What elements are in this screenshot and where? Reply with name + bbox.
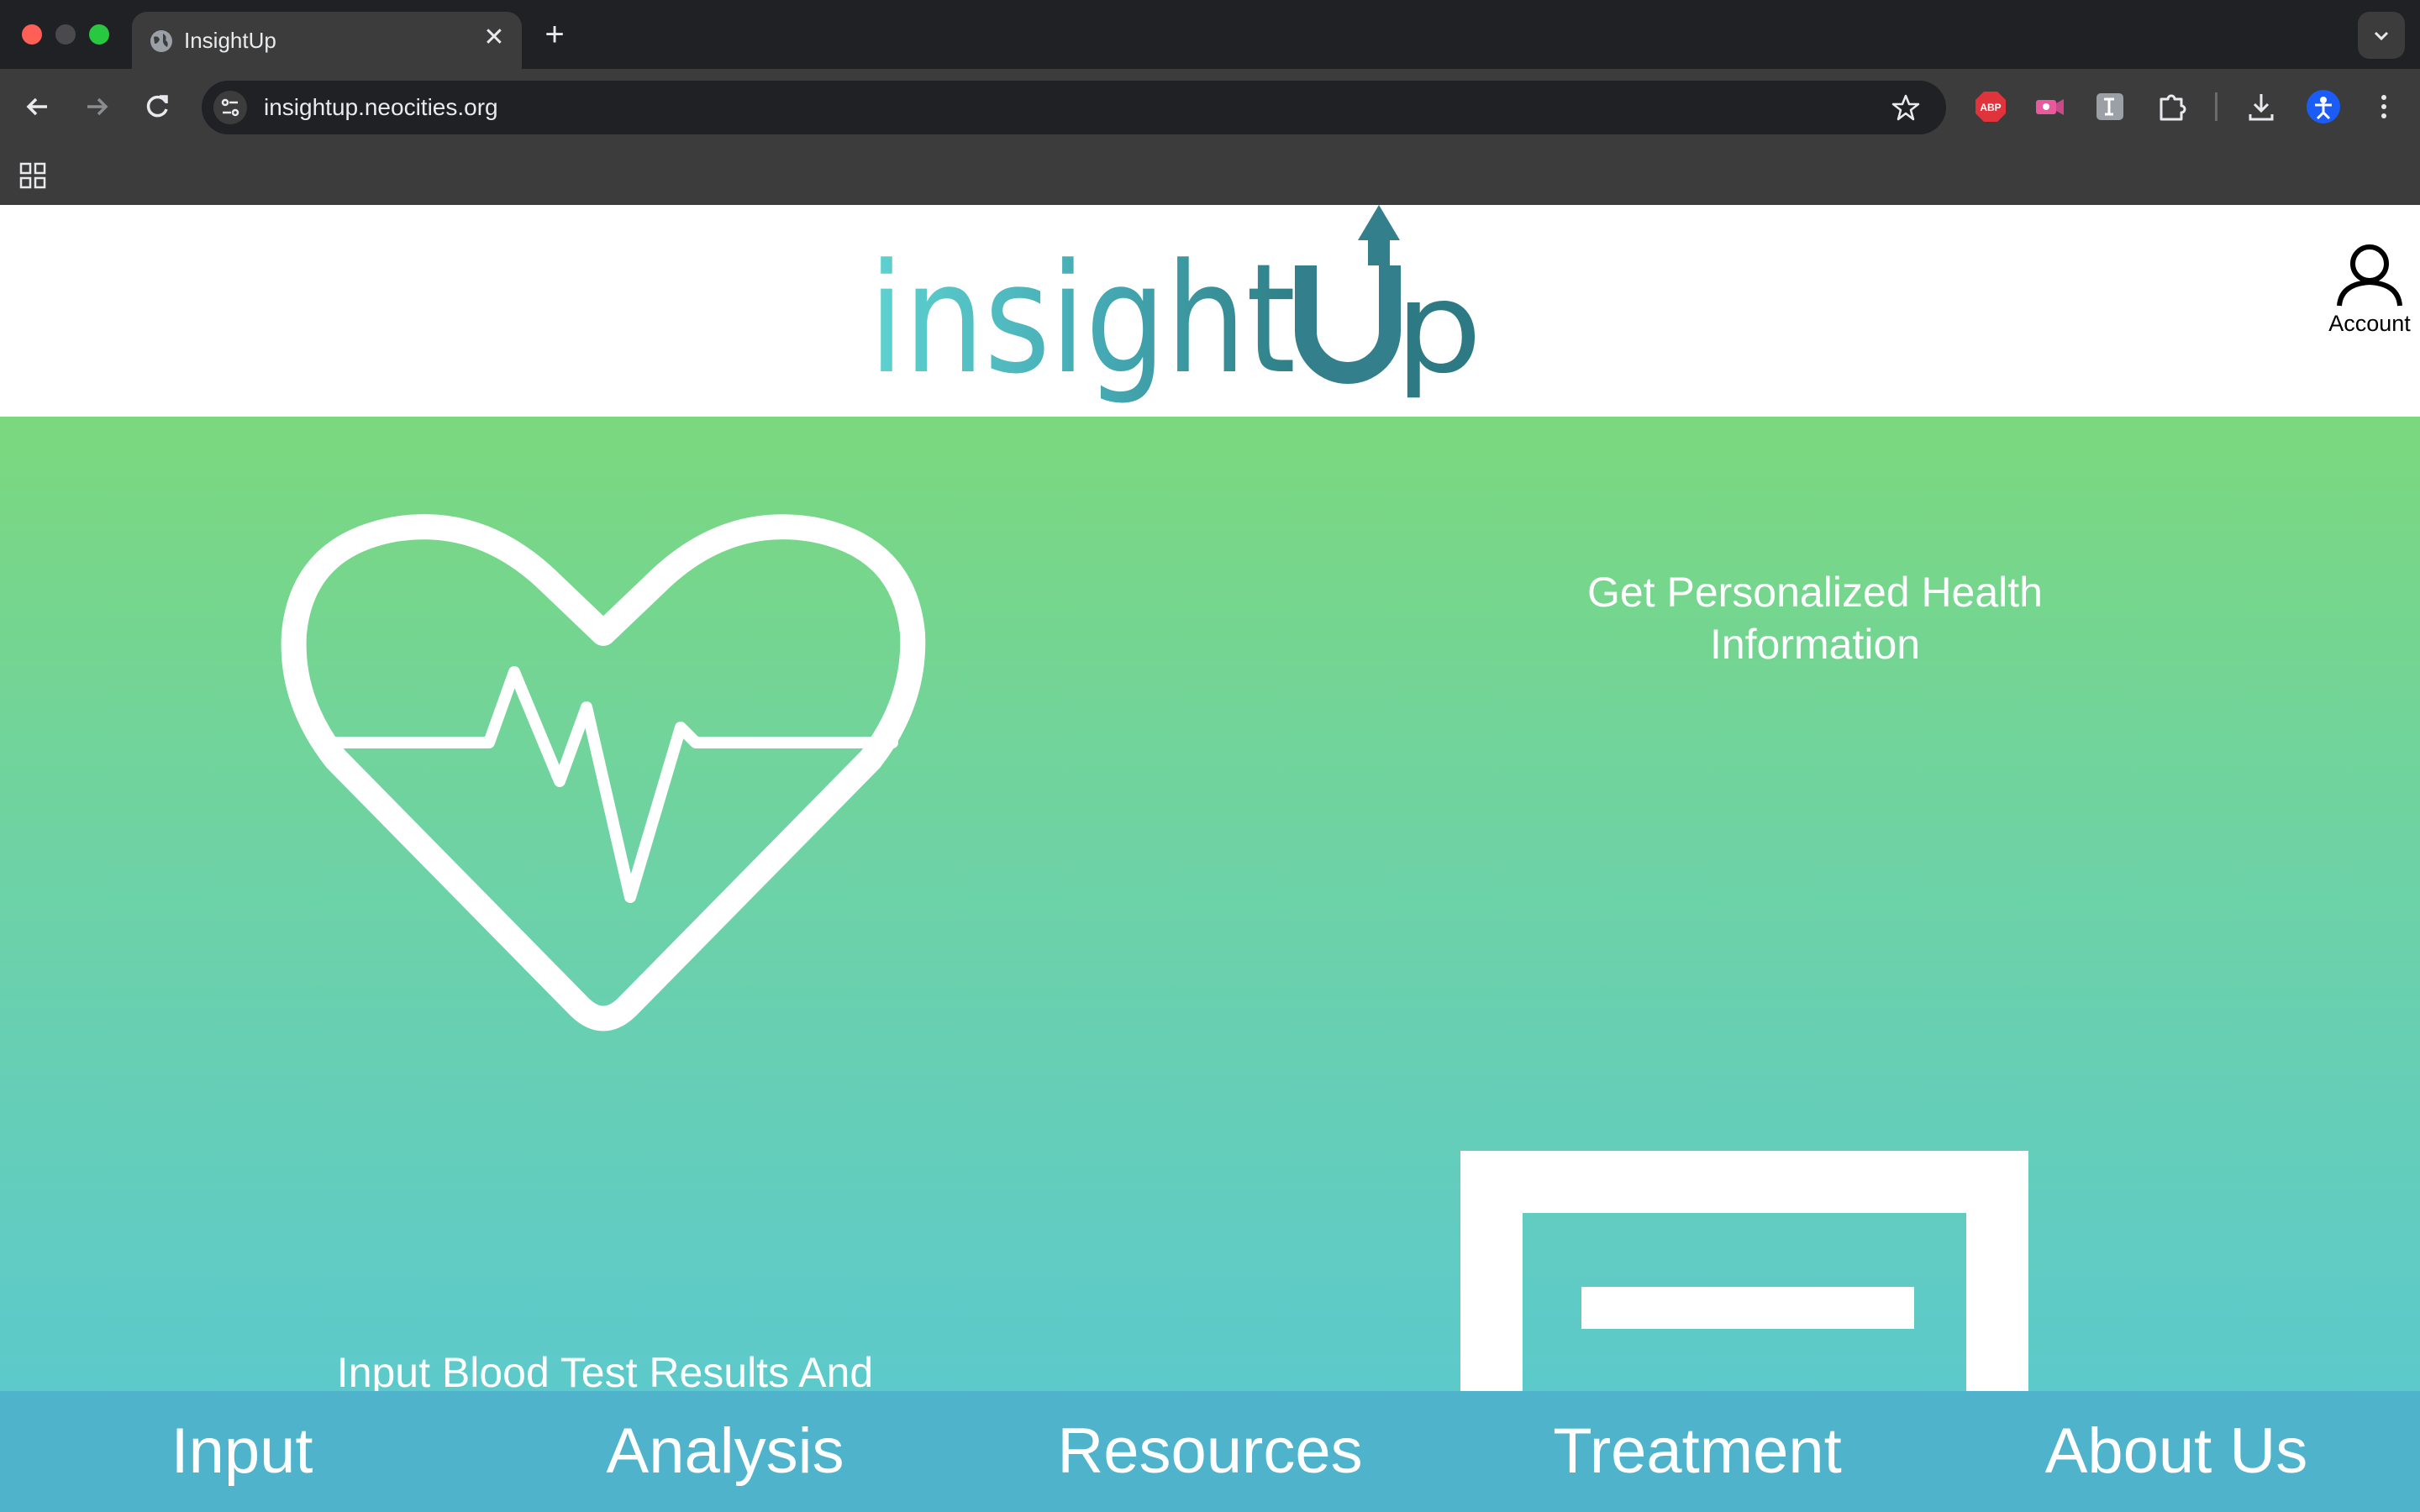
site-header: insight p Account	[0, 205, 2420, 417]
puzzle-extensions-icon[interactable]	[2154, 89, 2190, 124]
svg-text:ABP: ABP	[1980, 102, 2001, 113]
profile-avatar-icon[interactable]	[2306, 89, 2341, 124]
bookmark-star-icon[interactable]	[1891, 92, 1921, 123]
chevron-down-icon	[2374, 31, 2389, 41]
heart-pulse-icon	[281, 514, 926, 1032]
extension-icon[interactable]	[2092, 89, 2128, 124]
nav-about-us[interactable]: About Us	[2033, 1411, 2319, 1492]
logo-insight-text: insight	[869, 232, 1296, 407]
nav-resources[interactable]: Resources	[1050, 1411, 1370, 1492]
logo-p-text: p	[1395, 255, 1482, 402]
apps-grid-icon[interactable]	[18, 161, 47, 190]
adblock-plus-icon[interactable]: ABP	[1973, 89, 2008, 124]
account-button[interactable]: Account	[2319, 242, 2420, 351]
new-tab-button[interactable]: +	[538, 15, 571, 54]
reload-icon[interactable]	[138, 87, 176, 126]
hero-title: Get Personalized Health Information	[1587, 569, 2043, 668]
person-icon	[2337, 244, 2402, 307]
screen-recorder-icon[interactable]	[2032, 89, 2067, 124]
browser-toolbar: insightup.neocities.org ABP	[0, 69, 2420, 144]
tune-icon	[221, 98, 239, 117]
address-bar[interactable]: insightup.neocities.org	[202, 81, 1946, 134]
tab-search-button[interactable]	[2358, 12, 2405, 59]
close-window-button[interactable]	[22, 24, 42, 45]
site-info-button[interactable]	[213, 91, 247, 124]
browser-tab-active[interactable]: InsightUp ✕	[132, 12, 522, 69]
browser-tab-bar: InsightUp ✕ +	[0, 0, 2420, 69]
nav-analysis[interactable]: Analysis	[597, 1411, 854, 1492]
toolbar-separator	[2215, 92, 2217, 121]
minimize-window-button[interactable]	[55, 24, 76, 45]
nav-input[interactable]: Input	[158, 1411, 326, 1492]
bookmarks-bar	[0, 144, 2420, 205]
account-label: Account	[2328, 311, 2411, 336]
back-arrow-icon[interactable]	[18, 87, 57, 126]
close-tab-icon[interactable]: ✕	[480, 24, 508, 52]
web-page: insight p Account Get Personalized Healt…	[0, 205, 2420, 1512]
nav-treatment[interactable]: Treatment	[1546, 1411, 1849, 1492]
more-menu-icon[interactable]	[2366, 89, 2402, 124]
tab-title: InsightUp	[184, 28, 276, 53]
globe-icon	[150, 30, 172, 52]
maximize-window-button[interactable]	[89, 24, 109, 45]
url-text: insightup.neocities.org	[264, 94, 498, 120]
download-icon[interactable]	[2244, 89, 2279, 124]
insightup-logo[interactable]: insight p	[865, 205, 1487, 407]
bottom-navigation: Input Analysis Resources Treatment About…	[0, 1391, 2420, 1512]
forward-arrow-icon[interactable]	[77, 87, 116, 126]
input-section-text: Input Blood Test Results And	[336, 1349, 874, 1396]
